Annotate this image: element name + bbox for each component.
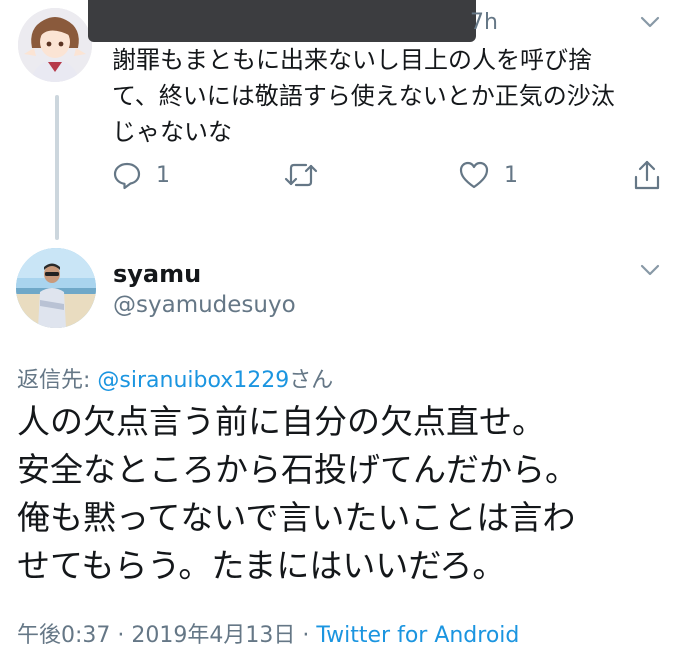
reply-mention-link[interactable]: @siranuibox1229 (97, 368, 289, 393)
heart-icon (459, 161, 489, 189)
display-name[interactable]: syamu (113, 260, 201, 288)
chevron-down-icon[interactable] (640, 262, 660, 276)
thread-connector-line (55, 95, 59, 240)
reply-context: 返信先: @siranuibox1229さん (17, 362, 333, 394)
tweet-text: 謝罪もまともに出来ないし目上の人を呼び捨 て、終いには敬語すら使えないとか正気の… (112, 46, 615, 146)
reply-button[interactable]: 1 (112, 158, 170, 192)
retweet-button[interactable] (284, 158, 318, 192)
share-icon (634, 160, 660, 190)
tweet-time[interactable]: 7h (470, 10, 498, 35)
like-button[interactable]: 1 (458, 158, 518, 192)
reply-count: 1 (156, 162, 170, 188)
user-handle[interactable]: @syamudesuyo (113, 292, 296, 318)
redacted-username-bar (88, 0, 476, 42)
chevron-down-icon[interactable] (640, 14, 660, 28)
tweet-timestamp[interactable]: 午後0:37 · 2019年4月13日 · (17, 623, 316, 648)
share-button[interactable] (632, 158, 662, 192)
tweet-text: 人の欠点言う前に自分の欠点直せ。 安全なところから石投げてんだから。 俺も黙って… (17, 402, 578, 585)
anime-character-avatar-icon (18, 8, 92, 82)
avatar[interactable] (16, 248, 96, 328)
tweet-source-link[interactable]: Twitter for Android (316, 623, 519, 648)
reply-to-suffix: さん (289, 368, 334, 393)
like-count: 1 (504, 162, 518, 188)
tweet-metadata: 午後0:37 · 2019年4月13日 · Twitter for Androi… (17, 617, 519, 649)
reply-to-label: 返信先: (17, 368, 98, 393)
retweet-icon (284, 163, 318, 187)
user-photo-avatar-icon (16, 248, 96, 328)
reply-icon (113, 162, 141, 190)
avatar[interactable] (18, 8, 92, 82)
